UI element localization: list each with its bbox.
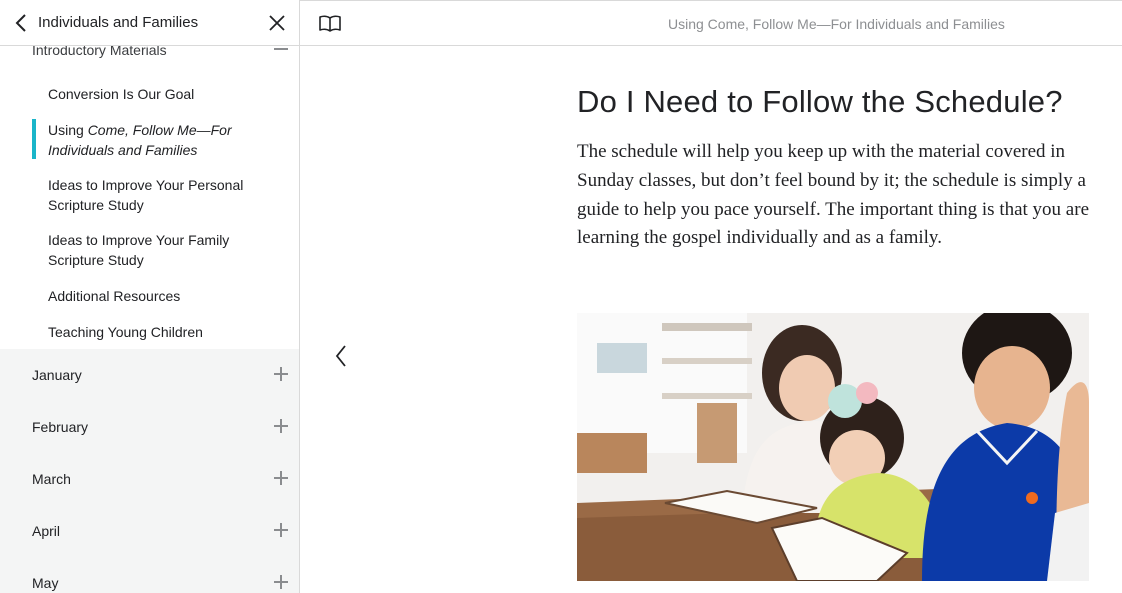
chevron-left-icon [335,345,346,367]
sidebar-item-label: Teaching Young Children [48,324,203,340]
sidebar-item-personal-study[interactable]: Ideas to Improve Your Personal Scripture… [48,175,278,215]
open-book-icon [319,15,341,32]
sidebar-navigation: Individuals and Families Introductory Ma… [0,0,300,593]
sidebar-item-march[interactable]: March [0,453,299,505]
page-heading: Do I Need to Follow the Schedule? [577,84,1063,119]
family-reading-photo [577,313,1089,581]
sidebar-item-may[interactable]: May [0,557,299,593]
library-button[interactable] [318,14,342,34]
sidebar-item-additional-resources[interactable]: Additional Resources [48,286,278,306]
months-list: January February March April May [0,349,299,593]
sidebar-header: Individuals and Families [0,0,299,46]
month-label: April [32,523,61,539]
month-label: March [32,471,71,487]
back-button[interactable] [12,12,32,34]
minus-icon[interactable] [274,48,288,50]
sidebar-item-teaching-young-children[interactable]: Teaching Young Children [48,322,278,342]
month-label: January [32,367,82,383]
sidebar-item-label: Additional Resources [48,288,181,304]
sidebar-item-label: Conversion Is Our Goal [48,86,195,102]
sidebar-item-family-study[interactable]: Ideas to Improve Your Family Scripture S… [48,230,278,270]
plus-icon[interactable] [274,471,288,485]
content-header: Using Come, Follow Me—For Individuals an… [300,0,1122,46]
chevron-left-icon [15,14,26,32]
sidebar-item-label: Ideas to Improve Your Family Scripture S… [48,232,230,268]
month-label: May [32,575,59,591]
plus-icon[interactable] [274,523,288,537]
family-photo-illustration [577,313,1089,581]
active-indicator [32,119,36,159]
sidebar-item-january[interactable]: January [0,349,299,401]
sidebar-item-conversion[interactable]: Conversion Is Our Goal [48,84,278,104]
close-icon [269,15,285,31]
sidebar-item-label: Ideas to Improve Your Personal Scripture… [48,177,244,213]
sidebar-item-february[interactable]: February [0,401,299,453]
sidebar-item-using-come-follow-me[interactable]: Using Come, Follow Me—For Individuals an… [48,120,278,160]
plus-icon[interactable] [274,367,288,381]
month-label: February [32,419,89,435]
plus-icon[interactable] [274,419,288,433]
body-paragraph: The schedule will help you keep up with … [577,141,1089,249]
document-title: Using Come, Follow Me—For Individuals an… [668,16,1005,32]
close-button[interactable] [266,12,288,34]
sidebar-item-label-prefix: Using [48,122,88,138]
sidebar-item-april[interactable]: April [0,505,299,557]
sidebar-title: Individuals and Families [38,14,199,31]
previous-page-button[interactable] [332,342,350,370]
plus-icon[interactable] [274,575,288,589]
